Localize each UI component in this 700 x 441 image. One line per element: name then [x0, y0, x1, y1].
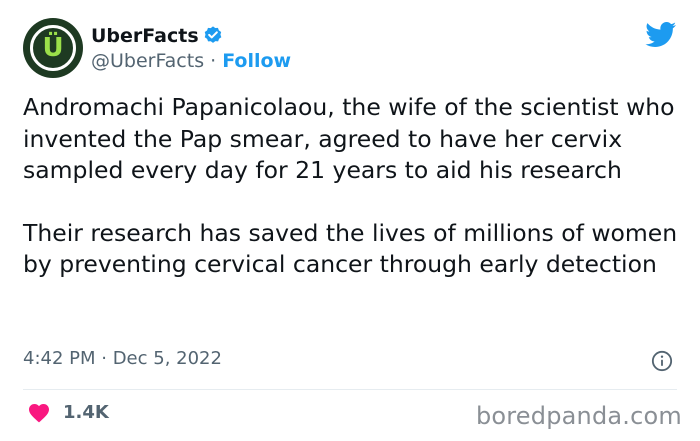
- tweet-card: Ü UberFacts @UberFacts · Follow Andromac…: [0, 0, 700, 441]
- handle-separator: ·: [204, 50, 223, 72]
- author-handle-line: @UberFacts · Follow: [91, 50, 291, 72]
- tweet-body: Andromachi Papanicolaou, the wife of the…: [23, 92, 683, 281]
- divider: [23, 389, 677, 390]
- twitter-bird-icon[interactable]: [645, 22, 677, 48]
- author-handle[interactable]: @UberFacts: [91, 50, 204, 72]
- author-display-name[interactable]: UberFacts: [91, 25, 199, 47]
- tweet-paragraph: Andromachi Papanicolaou, the wife of the…: [23, 93, 675, 184]
- verified-badge-icon: [204, 26, 222, 43]
- tweet-paragraph: Their research has saved the lives of mi…: [23, 218, 678, 279]
- avatar[interactable]: Ü: [23, 18, 83, 78]
- follow-button[interactable]: Follow: [222, 50, 291, 72]
- source-watermark: boredpanda.com: [475, 402, 682, 430]
- info-icon[interactable]: [651, 350, 673, 372]
- tweet-timestamp[interactable]: 4:42 PM · Dec 5, 2022: [23, 348, 222, 369]
- avatar-ring: Ü: [30, 25, 76, 71]
- avatar-logo-letter: Ü: [42, 33, 64, 63]
- heart-icon[interactable]: [27, 401, 51, 423]
- like-count[interactable]: 1.4K: [63, 402, 109, 423]
